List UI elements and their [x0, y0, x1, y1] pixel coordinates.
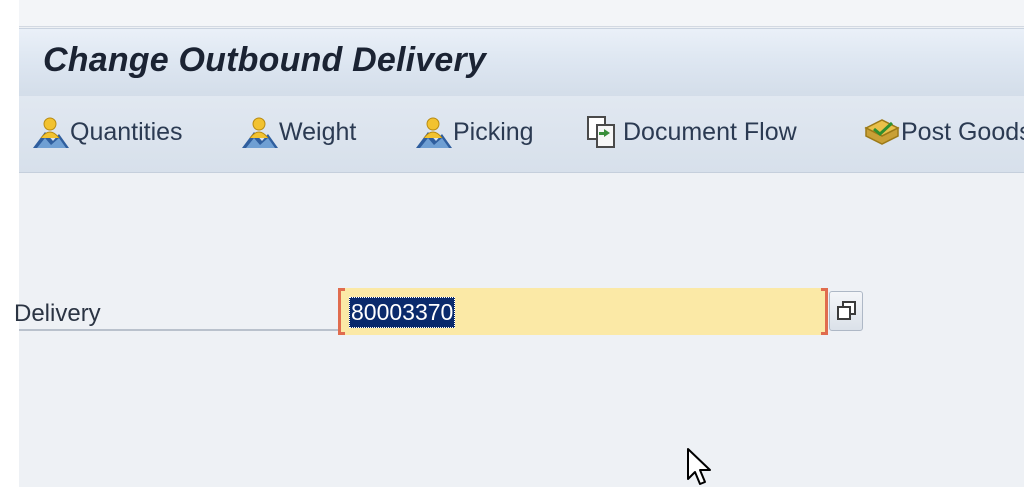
delivery-input[interactable]: 80003370 — [338, 288, 828, 335]
picking-button[interactable]: Picking — [414, 114, 534, 150]
value-help-icon — [837, 301, 856, 320]
value-help-button[interactable] — [829, 291, 863, 331]
post-goods-issue-icon — [862, 114, 902, 150]
picking-label: Picking — [453, 117, 534, 146]
page-title: Change Outbound Delivery — [43, 41, 487, 79]
person-mountain-icon — [240, 114, 280, 150]
document-flow-label: Document Flow — [623, 117, 797, 146]
document-flow-button[interactable]: Document Flow — [584, 114, 797, 150]
delivery-input-value[interactable]: 80003370 — [349, 297, 456, 328]
required-bracket-right — [821, 288, 828, 335]
title-bar: Change Outbound Delivery — [19, 28, 1024, 97]
delivery-label-text: Delivery — [14, 300, 101, 327]
top-bar — [19, 0, 1024, 27]
post-goods-issue-button[interactable]: Post Goods Issue — [862, 114, 1024, 150]
left-margin — [0, 0, 19, 487]
selection-area: Delivery 80003370 — [14, 173, 1024, 487]
quantities-button[interactable]: Quantities — [31, 114, 183, 150]
sap-screen: Change Outbound Delivery Quantities Weig… — [0, 0, 1024, 487]
document-flow-icon — [584, 114, 624, 150]
weight-label: Weight — [279, 117, 357, 146]
weight-button[interactable]: Weight — [240, 114, 356, 150]
mouse-pointer-icon — [686, 447, 714, 487]
delivery-label: Delivery — [14, 297, 339, 331]
application-toolbar: Quantities Weight Picking Document Flow … — [19, 96, 1024, 173]
person-mountain-icon — [31, 114, 71, 150]
required-bracket-left — [338, 288, 345, 335]
person-mountain-icon — [414, 114, 454, 150]
quantities-label: Quantities — [70, 117, 183, 146]
post-goods-issue-label: Post Goods Issue — [901, 117, 1024, 146]
